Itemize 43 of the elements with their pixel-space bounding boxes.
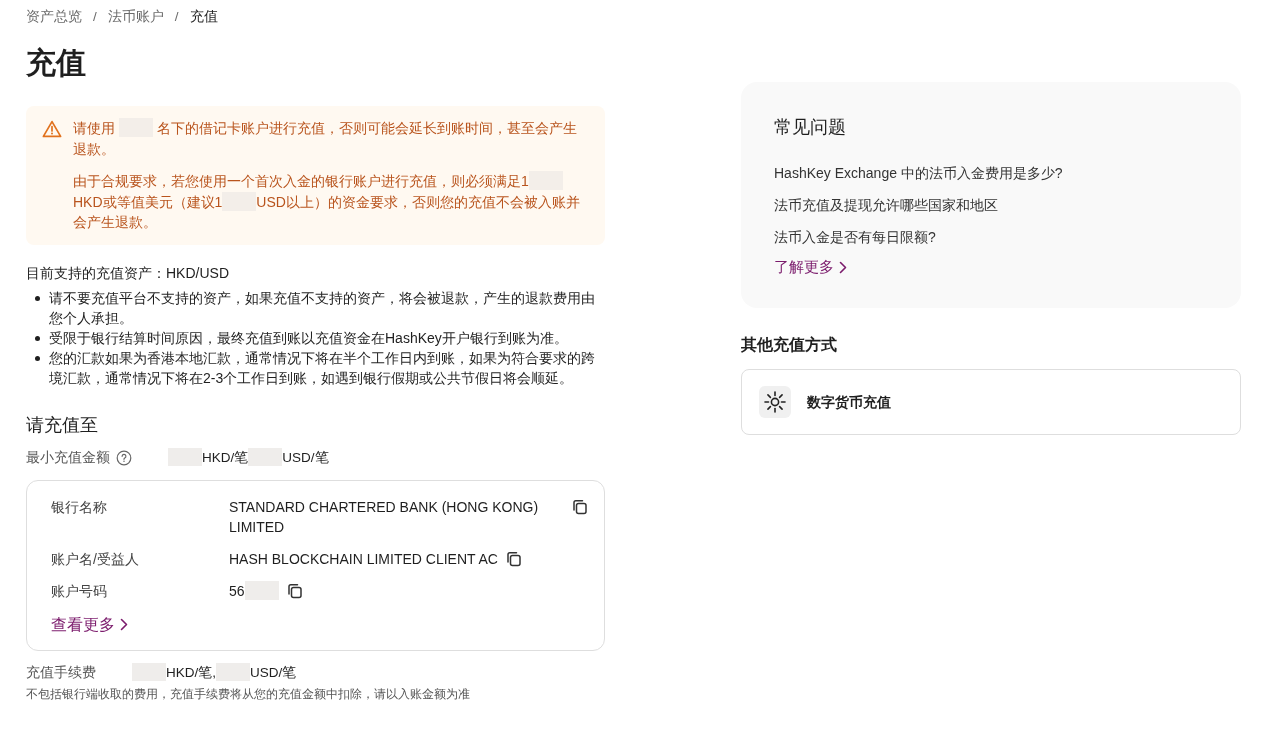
view-more-link[interactable]: 查看更多 [51, 613, 129, 636]
min-amount-label: 最小充值金额 [26, 448, 110, 467]
supported-assets-text: 目前支持的充值资产：HKD/USD [26, 263, 230, 283]
learn-more-link[interactable]: 了解更多 [774, 256, 848, 278]
bullet-icon [35, 295, 40, 301]
faq-link[interactable]: HashKey Exchange 中的法币入金费用是多少? [774, 163, 1209, 183]
faq-title: 常见问题 [774, 116, 847, 139]
field-label: 账户号码 [51, 581, 108, 601]
warning-text: 由于合规要求，若您使用一个首次入金的银行账户进行充值，则必须满足1 HKD或等值美元（建议1 USD以上）的资金要求，否则您的充值不会被入账并会产生退款。 [73, 171, 581, 232]
min-amount-value: HKD/笔 USD/笔 [168, 447, 329, 468]
fee-label: 充值手续费 [26, 663, 96, 682]
deposit-method-option[interactable]: 数字货币充值 [741, 369, 1241, 435]
breadcrumb-current: 充值 [189, 8, 218, 26]
warning-text: 请使用 名下的借记卡账户进行充值，否则可能会延长到账时间，甚至会产生退款。 [73, 118, 578, 159]
faq-link[interactable]: 法币入金是否有每日限额? [774, 227, 1209, 247]
section-heading: 请充值至 [26, 413, 99, 437]
bullet-icon [35, 335, 40, 341]
bullet-icon [35, 355, 40, 361]
field-label: 账户名/受益人 [51, 549, 140, 569]
note-text: 受限于银行结算时间原因，最终充值到账以充值资金在HashKey开户银行到账为准。 [49, 328, 568, 348]
chevron-right-icon [119, 618, 129, 632]
note-text: 请不要充值平台不支持的资产，如果充值不支持的资产，将会被退款，产生的退款费用由您个人承担。 [49, 288, 596, 328]
field-value: STANDARD CHARTERED BANK (HONG KONG) LIMITED [229, 497, 540, 537]
field-label: 银行名称 [51, 497, 108, 517]
breadcrumb-separator: / [174, 8, 179, 26]
breadcrumb-link[interactable]: 法币账户 [107, 6, 164, 28]
sun-burst-icon [759, 386, 791, 418]
help-icon [116, 449, 132, 466]
copy-icon[interactable] [505, 550, 522, 567]
fee-value: HKD/笔, USD/笔 [132, 662, 297, 683]
copy-icon[interactable] [572, 498, 588, 515]
page-title: 充值 [26, 45, 87, 81]
warning-icon [42, 120, 62, 138]
faq-link[interactable]: 法币充值及提现允许哪些国家和地区 [774, 195, 1209, 215]
fee-note-text: 不包括银行端收取的费用，充值手续费将从您的充值金额中扣除，请以入账金额为准 [26, 685, 471, 703]
note-text: 您的汇款如果为香港本地汇款，通常情况下将在半个工作日内到账，如果为符合要求的跨境汇款，通常情况下将在2-3个工作日到账，如遇到银行假期或公共节假日将会顺延。 [49, 348, 596, 388]
breadcrumb-link[interactable]: 资产总览 [26, 6, 82, 28]
field-value: 56 [229, 580, 279, 601]
copy-icon[interactable] [286, 582, 303, 599]
breadcrumb-separator: / [93, 8, 97, 26]
section-heading: 其他充值方式 [741, 335, 838, 355]
field-value: HASH BLOCKCHAIN LIMITED CLIENT AC [229, 549, 498, 569]
chevron-right-icon [838, 260, 848, 274]
